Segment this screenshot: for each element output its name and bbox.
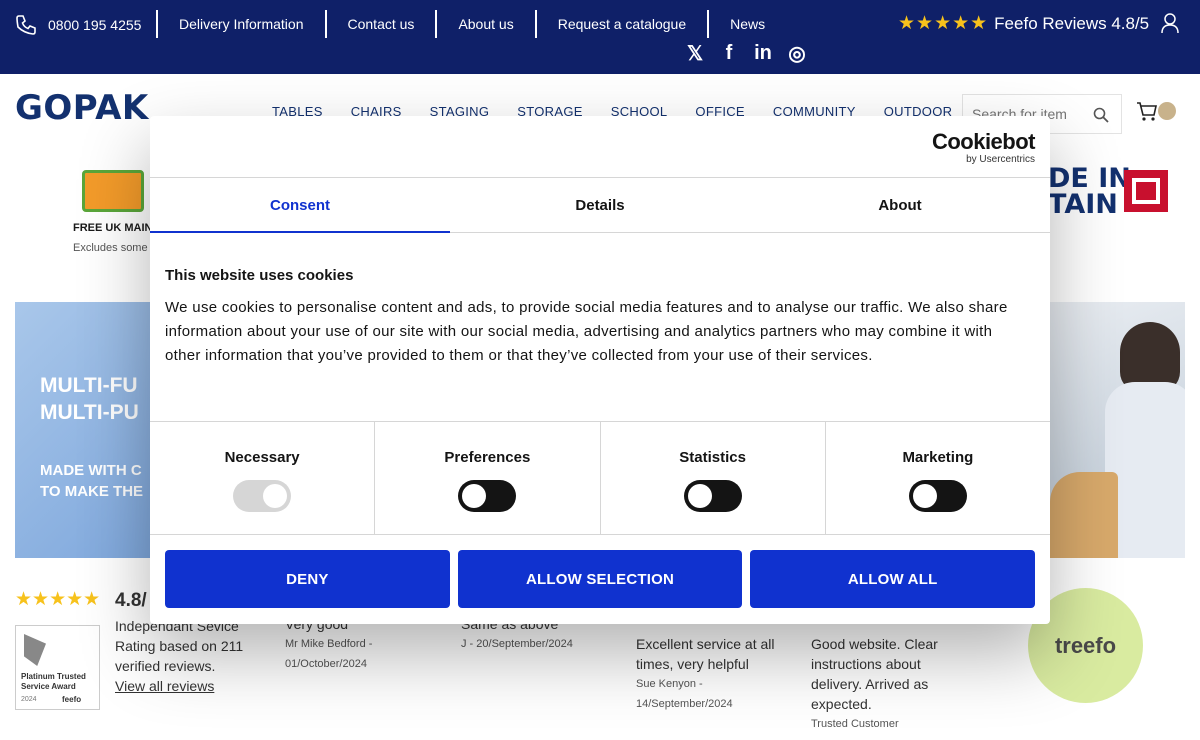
banner-subheadline: MADE WITH C TO MAKE THE — [40, 462, 144, 500]
deny-button[interactable]: DENY — [165, 550, 450, 608]
gift-voucher-icon — [82, 170, 144, 212]
review-author: Mr Mike Bedford - 01/October/2024 — [285, 638, 373, 670]
consent-tabs: Consent Details About — [150, 177, 1050, 233]
cart-icon — [1137, 102, 1157, 121]
view-all-reviews-link[interactable]: View all reviews — [115, 678, 214, 694]
category-label: Marketing — [902, 449, 974, 466]
cookiebot-brand-sub: by Usercentrics — [966, 154, 1035, 165]
feefo-rating[interactable]: ★★★★★ Feefo Reviews 4.8/5 — [898, 12, 1149, 35]
review-score: 4.8/ — [115, 590, 147, 611]
linkedin-icon[interactable]: in — [752, 42, 774, 64]
review-author: Sue Kenyon - 14/September/2024 — [636, 678, 733, 710]
award-logo-icon — [24, 634, 46, 666]
category-preferences: Preferences — [374, 422, 599, 534]
award-brand: feefo — [62, 695, 82, 704]
union-flag-icon — [1124, 170, 1168, 212]
gopak-logo[interactable]: GOPAK — [15, 88, 149, 128]
hero-photo — [1050, 302, 1185, 558]
cookie-heading: This website uses cookies — [165, 267, 354, 284]
news-link[interactable]: News — [707, 10, 786, 38]
cookie-description: We use cookies to personalise content an… — [165, 299, 1008, 364]
treefo-logo: treefo — [1054, 632, 1117, 658]
review-stars-icon: ★★★★★ — [15, 589, 101, 610]
review-item: Excellent service at all times, very hel… — [636, 634, 791, 714]
tab-about[interactable]: About — [750, 178, 1050, 232]
rating-stars-icon: ★★★★★ — [898, 13, 989, 34]
instagram-icon[interactable]: ◎ — [786, 42, 808, 65]
review-item: Good website. Clear instructions about d… — [811, 634, 966, 734]
hero-banner[interactable]: MULTI-FU MULTI-PU MADE WITH C TO MAKE THE — [15, 302, 155, 558]
banner-headline: MULTI-FU MULTI-PU — [40, 374, 139, 424]
review-text: Excellent service at all times, very hel… — [636, 636, 775, 672]
consent-buttons: DENY ALLOW SELECTION ALLOW ALL — [165, 550, 1036, 608]
tab-details[interactable]: Details — [450, 178, 750, 232]
phone-number: 0800 195 4255 — [48, 17, 142, 33]
review-text: Good website. Clear instructions about d… — [811, 636, 938, 712]
free-delivery-label: FREE UK MAINL — [73, 222, 160, 234]
category-statistics: Statistics — [599, 422, 825, 534]
cart-count-badge — [1158, 102, 1176, 120]
award-year: 2024 — [21, 696, 37, 703]
independent-rating-text: Independant Sevice Rating based on 211 v… — [115, 618, 244, 694]
social-links: 𝕏 f in ◎ — [684, 42, 808, 65]
feefo-reviews-label: Feefo Reviews 4.8/5 — [994, 13, 1150, 33]
about-us-link[interactable]: About us — [435, 10, 534, 38]
review-author: J - 20/September/2024 — [461, 638, 573, 650]
award-title: Platinum Trusted — [21, 672, 86, 681]
delivery-information-link[interactable]: Delivery Information — [156, 10, 325, 38]
marketing-toggle[interactable] — [908, 480, 967, 512]
statistics-toggle[interactable] — [683, 480, 742, 512]
x-twitter-icon[interactable]: 𝕏 — [684, 42, 706, 65]
facebook-icon[interactable]: f — [718, 42, 740, 64]
user-account-icon[interactable] — [1160, 12, 1180, 34]
review-author: Trusted Customer — [811, 718, 899, 730]
category-label: Preferences — [444, 449, 531, 466]
feefo-award-badge: Platinum Trusted Service Award 2024 feefo — [15, 625, 100, 710]
delivery-excludes-note: Excludes some — [73, 242, 148, 254]
award-subtitle: Service Award — [21, 682, 76, 691]
made-in-britain-logo: DE IN TAIN — [1048, 163, 1131, 220]
category-label: Statistics — [679, 449, 746, 466]
tab-consent[interactable]: Consent — [150, 178, 450, 233]
cookiebot-brand: Cookiebot — [931, 129, 1036, 154]
phone-icon — [16, 15, 36, 35]
cart-button[interactable] — [1136, 100, 1180, 124]
category-label: Necessary — [224, 449, 300, 466]
contact-us-link[interactable]: Contact us — [324, 10, 436, 38]
allow-all-button[interactable]: ALLOW ALL — [750, 550, 1036, 608]
request-catalogue-link[interactable]: Request a catalogue — [534, 10, 707, 38]
cookie-consent-dialog: Cookiebot by Usercentrics Consent Detail… — [150, 116, 1050, 624]
top-links: Delivery Information Contact us About us… — [156, 10, 786, 38]
category-necessary: Necessary — [150, 422, 374, 534]
necessary-toggle — [233, 480, 292, 512]
search-icon[interactable] — [1093, 107, 1109, 123]
phone-contact[interactable]: 0800 195 4255 — [14, 12, 141, 38]
cookiebot-logo: Cookiebot by Usercentrics — [931, 129, 1036, 166]
category-marketing: Marketing — [824, 422, 1050, 534]
wooden-chair — [1050, 472, 1118, 558]
cookie-categories: Necessary Preferences Statistics Marketi… — [150, 421, 1050, 535]
preferences-toggle[interactable] — [458, 480, 517, 512]
top-bar: 0800 195 4255 Delivery Information Conta… — [0, 0, 1200, 74]
allow-selection-button[interactable]: ALLOW SELECTION — [457, 550, 743, 608]
